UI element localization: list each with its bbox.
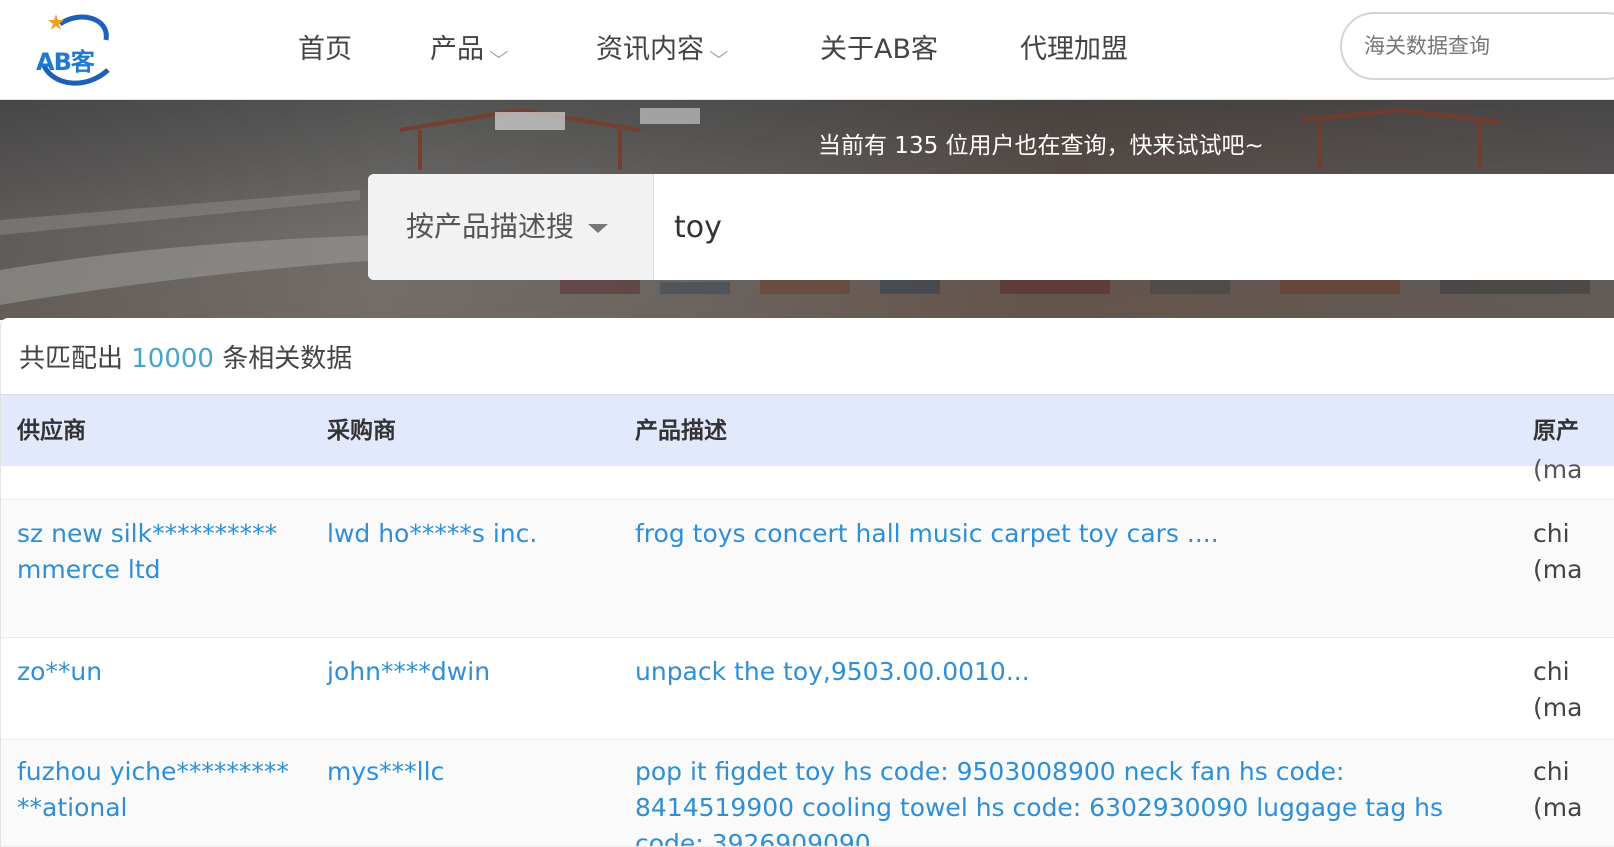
- hero-tip: 当前有 135 位用户也在查询，快来试试吧~: [818, 133, 1264, 159]
- table-row: fuzhou yiche***********ational mys***llc…: [1, 740, 1614, 847]
- table-row: zo**un john****dwin unpack the toy,9503.…: [1, 638, 1614, 740]
- row-description-link[interactable]: pop it figdet toy hs code: 9503008900 ne…: [635, 754, 1495, 846]
- result-count: 共匹配出 10000 条相关数据: [19, 338, 352, 375]
- row-origin: chi (ma: [1533, 757, 1583, 822]
- nav-products[interactable]: 产品 ⌵: [430, 30, 509, 70]
- top-navbar: AB客 首页 产品 ⌵ 资讯内容 ⌵ 关于AB客 代理加盟: [0, 0, 1614, 100]
- row-buyer-link[interactable]: lwd ho*****s inc.: [327, 516, 607, 552]
- nav-home[interactable]: 首页: [298, 30, 352, 70]
- search-type-label: 按产品描述搜: [406, 210, 575, 243]
- nav-home-label: 首页: [298, 34, 352, 65]
- row-supplier-link[interactable]: zo**un: [17, 654, 297, 690]
- nav-news-label: 资讯内容: [596, 34, 704, 65]
- chevron-down-icon: ⌵: [489, 42, 509, 63]
- results-panel: 共匹配出 10000 条相关数据 供应商 采购商 产品描述 原产 (ma sz …: [0, 318, 1614, 847]
- row-supplier-link[interactable]: sz new silk**********mmerce ltd: [17, 516, 297, 588]
- row-origin: chi (ma: [1533, 657, 1583, 722]
- row-buyer-link[interactable]: john****dwin: [327, 654, 607, 690]
- nav-agency-label: 代理加盟: [1020, 34, 1128, 65]
- row-description-link[interactable]: frog toys concert hall music carpet toy …: [635, 516, 1495, 552]
- site-logo[interactable]: AB客: [30, 10, 126, 90]
- hero-banner: 当前有 135 位用户也在查询，快来试试吧~ 按产品描述搜: [0, 100, 1614, 320]
- logo-text: AB客: [36, 48, 95, 76]
- chevron-down-icon: ⌵: [709, 42, 729, 63]
- column-header-buyer[interactable]: 采购商: [327, 395, 396, 467]
- row-origin: (ma: [1533, 455, 1583, 484]
- table-header: 供应商 采购商 产品描述 原产: [1, 394, 1614, 466]
- customs-search-input[interactable]: [1364, 31, 1604, 61]
- nav-about-label: 关于AB客: [820, 34, 938, 65]
- table-row: sz new silk**********mmerce ltd lwd ho**…: [1, 500, 1614, 638]
- result-count-number: 10000: [131, 344, 214, 374]
- nav-agency[interactable]: 代理加盟: [1020, 30, 1128, 70]
- column-header-supplier[interactable]: 供应商: [17, 395, 86, 467]
- row-buyer-link[interactable]: mys***llc: [327, 754, 607, 790]
- row-supplier-link[interactable]: fuzhou yiche***********ational: [17, 754, 297, 826]
- nav-products-label: 产品: [430, 34, 484, 65]
- result-count-prefix: 共匹配出: [19, 344, 132, 374]
- result-count-suffix: 条相关数据: [213, 344, 353, 374]
- column-header-description[interactable]: 产品描述: [635, 395, 727, 467]
- table-row: (ma: [1, 455, 1614, 500]
- product-search-bar: 按产品描述搜: [368, 174, 1614, 280]
- nav-news[interactable]: 资讯内容 ⌵: [596, 30, 729, 70]
- search-type-dropdown[interactable]: 按产品描述搜: [368, 174, 654, 280]
- row-description-link[interactable]: unpack the toy,9503.00.0010...: [635, 654, 1495, 690]
- customs-search-box: [1340, 12, 1614, 80]
- row-origin: chi (ma: [1533, 519, 1583, 584]
- nav-about[interactable]: 关于AB客: [820, 30, 938, 70]
- product-search-input[interactable]: [674, 202, 1574, 252]
- caret-down-icon: [588, 223, 609, 233]
